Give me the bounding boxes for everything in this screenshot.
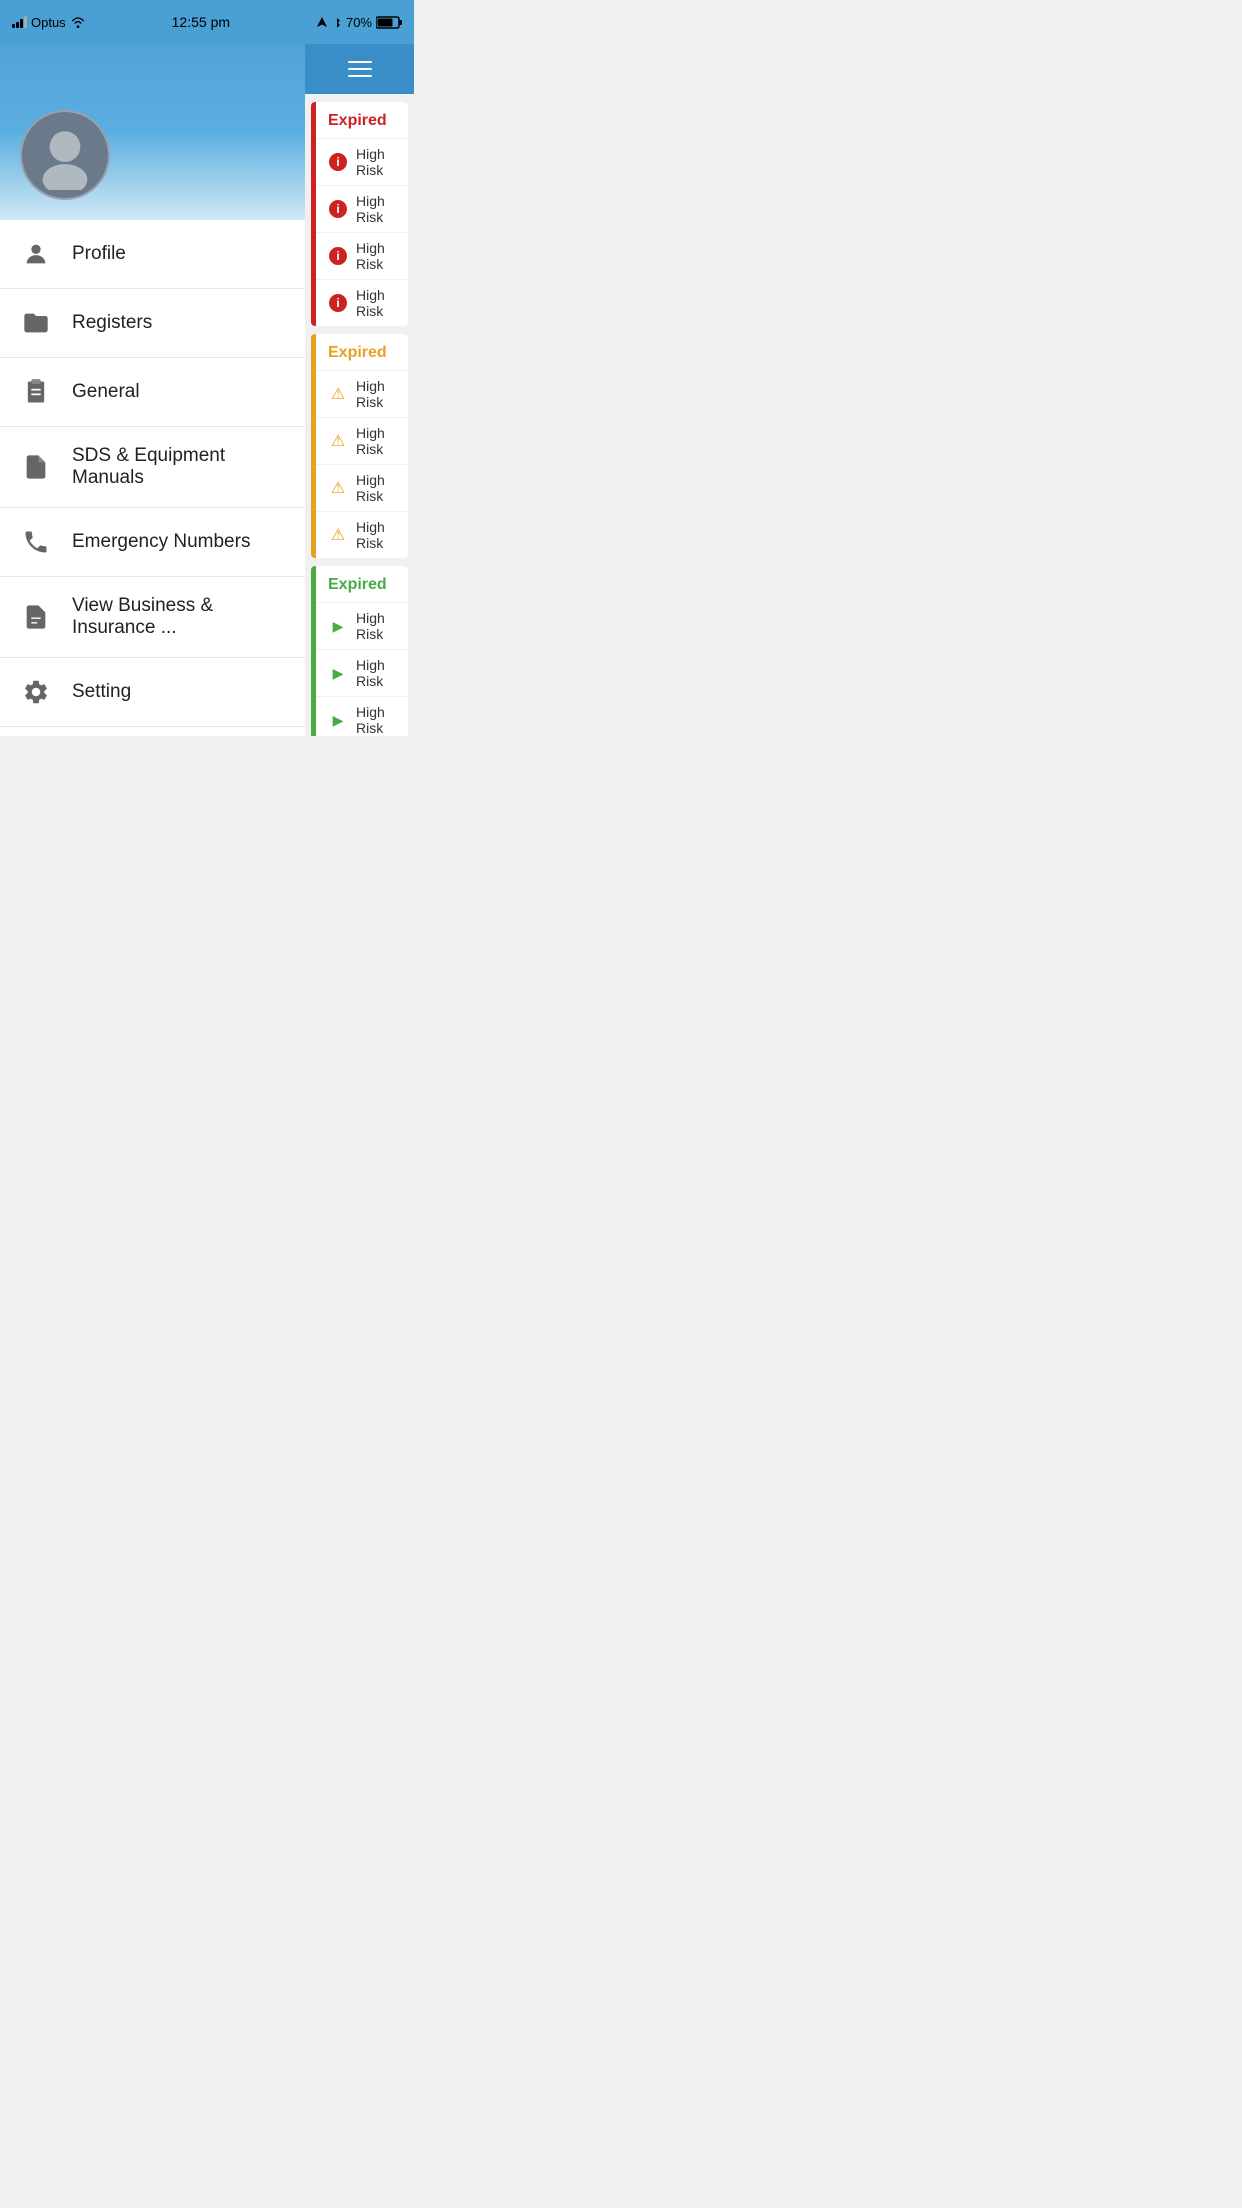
info-red-icon-4: i — [328, 293, 348, 313]
risk-item-orange-2[interactable]: ⚠ High Risk — [316, 417, 408, 464]
sidebar-item-general[interactable]: General — [0, 358, 305, 427]
hamburger-menu-button[interactable] — [348, 61, 372, 77]
warning-orange-icon-4: ⚠ — [328, 525, 348, 545]
risk-label-orange-4: High Risk — [356, 519, 396, 551]
risk-item-red-4[interactable]: i High Risk — [316, 279, 408, 326]
battery-percent: 70% — [346, 15, 372, 30]
sidebar-item-about[interactable]: i About — [0, 727, 305, 736]
sidebar-item-registers[interactable]: Registers — [0, 289, 305, 358]
carrier-label: Optus — [31, 15, 66, 30]
location-icon — [316, 16, 328, 28]
orange-card-title: Expired — [316, 334, 408, 370]
time-label: 12:55 pm — [172, 14, 230, 30]
risk-label-orange-1: High Risk — [356, 378, 396, 410]
risk-item-green-1[interactable]: ▶ High Risk — [316, 602, 408, 649]
play-green-icon-1: ▶ — [328, 616, 348, 636]
red-card-title: Expired — [316, 102, 408, 138]
bluetooth-icon — [332, 15, 342, 29]
sidebar-item-business[interactable]: View Business & Insurance ... — [0, 577, 305, 658]
phone-icon — [20, 526, 52, 558]
folder-icon — [20, 307, 52, 339]
warning-orange-icon-3: ⚠ — [328, 478, 348, 498]
page-icon — [20, 601, 52, 633]
hamburger-line-1 — [348, 61, 372, 63]
battery-icon — [376, 16, 402, 29]
expired-card-orange: Expired ⚠ High Risk ⚠ High Risk ⚠ High R… — [311, 334, 408, 558]
signal-bars-icon — [12, 16, 27, 28]
sds-label: SDS & Equipment Manuals — [72, 445, 285, 489]
business-label: View Business & Insurance ... — [72, 595, 285, 639]
info-red-icon-1: i — [328, 152, 348, 172]
risk-label-green-3: High Risk — [356, 704, 396, 736]
sidebar-item-emergency[interactable]: Emergency Numbers — [0, 508, 305, 577]
status-left: Optus — [12, 15, 86, 30]
play-green-icon-3: ▶ — [328, 710, 348, 730]
emergency-label: Emergency Numbers — [72, 531, 250, 553]
info-red-icon-3: i — [328, 246, 348, 266]
status-right: 70% — [316, 15, 402, 30]
risk-label-orange-2: High Risk — [356, 425, 396, 457]
play-green-icon-2: ▶ — [328, 663, 348, 683]
risk-label-red-3: High Risk — [356, 240, 396, 272]
expired-card-green: Expired ▶ High Risk ▶ High Risk ▶ High R… — [311, 566, 408, 736]
risk-item-red-2[interactable]: i High Risk — [316, 185, 408, 232]
right-panel: Expired i High Risk i High Risk i High R… — [305, 44, 414, 736]
risk-item-orange-4[interactable]: ⚠ High Risk — [316, 511, 408, 558]
expired-card-red: Expired i High Risk i High Risk i High R… — [311, 102, 408, 326]
risk-item-green-2[interactable]: ▶ High Risk — [316, 649, 408, 696]
clipboard-icon — [20, 376, 52, 408]
general-label: General — [72, 381, 140, 403]
risk-item-red-3[interactable]: i High Risk — [316, 232, 408, 279]
risk-label-green-1: High Risk — [356, 610, 396, 642]
warning-orange-icon-2: ⚠ — [328, 431, 348, 451]
risk-label-green-2: High Risk — [356, 657, 396, 689]
risk-label-red-4: High Risk — [356, 287, 396, 319]
risk-label-red-1: High Risk — [356, 146, 396, 178]
risk-item-red-1[interactable]: i High Risk — [316, 138, 408, 185]
profile-label: Profile — [72, 243, 126, 265]
warning-orange-icon-1: ⚠ — [328, 384, 348, 404]
info-red-icon-2: i — [328, 199, 348, 219]
hamburger-line-3 — [348, 75, 372, 77]
registers-label: Registers — [72, 312, 152, 334]
sidebar-item-profile[interactable]: Profile — [0, 220, 305, 289]
avatar-icon — [30, 120, 100, 190]
risk-label-red-2: High Risk — [356, 193, 396, 225]
risk-label-orange-3: High Risk — [356, 472, 396, 504]
setting-label: Setting — [72, 681, 131, 703]
sidebar-item-setting[interactable]: Setting — [0, 658, 305, 727]
sidebar-item-sds[interactable]: SDS & Equipment Manuals — [0, 427, 305, 508]
green-card-title: Expired — [316, 566, 408, 602]
sidebar-menu: Profile Registers General SDS & Equipmen… — [0, 220, 305, 736]
risk-item-green-3[interactable]: ▶ High Risk — [316, 696, 408, 736]
right-header — [305, 44, 414, 94]
status-bar: Optus 12:55 pm 70% — [0, 0, 414, 44]
hamburger-line-2 — [348, 68, 372, 70]
person-icon — [20, 238, 52, 270]
avatar — [20, 110, 110, 200]
risk-item-orange-3[interactable]: ⚠ High Risk — [316, 464, 408, 511]
sidebar: Profile Registers General SDS & Equipmen… — [0, 0, 305, 736]
gear-icon — [20, 676, 52, 708]
document-icon — [20, 451, 52, 483]
wifi-icon — [70, 16, 86, 28]
risk-item-orange-1[interactable]: ⚠ High Risk — [316, 370, 408, 417]
